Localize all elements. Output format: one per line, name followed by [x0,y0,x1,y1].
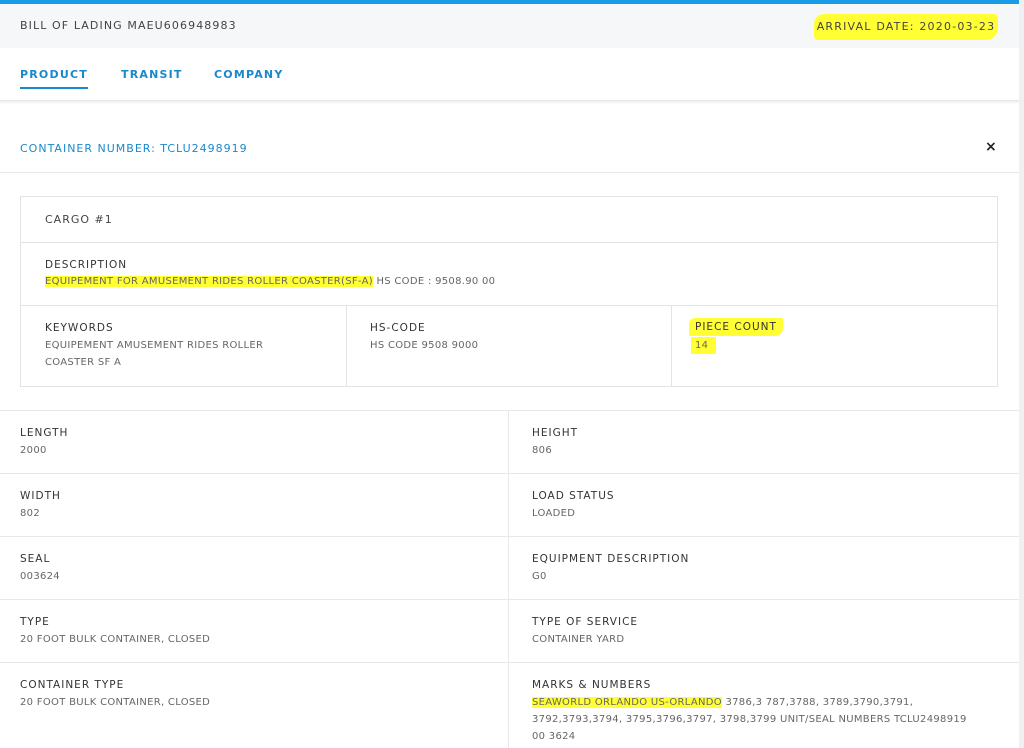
detail-width: WIDTH 802 [0,474,509,537]
detail-type: TYPE 20 FOOT BULK CONTAINER, CLOSED [0,600,509,663]
description-rest: HS CODE : 9508.90 00 [372,276,496,287]
tab-bar-shadow [0,100,1019,104]
equipment-value: G0 [532,571,547,582]
piece-count-label: PIECE COUNT [689,318,783,336]
container-details-grid: LENGTH 2000 HEIGHT 806 WIDTH 802 LOAD ST… [0,410,1019,748]
width-value: 802 [20,508,40,519]
tab-company[interactable]: COMPANY [214,68,284,87]
detail-type-of-service: TYPE OF SERVICE CONTAINER YARD [509,600,1019,663]
keywords-value: EQUIPEMENT AMUSEMENT RIDES ROLLER COASTE… [45,340,264,368]
cargo-title: CARGO #1 [45,213,113,226]
detail-container-type: CONTAINER TYPE 20 FOOT BULK CONTAINER, C… [0,663,509,748]
description-highlight: EQUIPEMENT FOR AMUSEMENT RIDES ROLLER CO… [45,276,373,287]
type-value: 20 FOOT BULK CONTAINER, CLOSED [20,634,211,645]
bol-header: BILL OF LADING MAEU606948983 ARRIVAL DAT… [0,4,1019,48]
detail-equipment-description: EQUIPMENT DESCRIPTION G0 [509,537,1019,600]
keywords-label: KEYWORDS [45,322,114,334]
cargo-card: CARGO #1 DESCRIPTION EQUIPEMENT FOR AMUS… [20,196,998,387]
length-value: 2000 [20,445,47,456]
scrollbar[interactable] [1019,0,1024,748]
marks-highlight: SEAWORLD ORLANDO US-ORLANDO [532,697,722,708]
divider [21,242,997,243]
equipment-label: EQUIPMENT DESCRIPTION [532,553,690,565]
container-header: CONTAINER NUMBER: TCLU2498919 × [0,122,1019,173]
type-label: TYPE [20,616,50,628]
tab-bar: PRODUCT TRANSIT COMPANY [0,48,1019,102]
load-status-label: LOAD STATUS [532,490,615,502]
description-value: EQUIPEMENT FOR AMUSEMENT RIDES ROLLER CO… [45,273,495,290]
hscode-label: HS-CODE [370,322,426,334]
width-label: WIDTH [20,490,61,502]
length-label: LENGTH [20,427,69,439]
container-number: CONTAINER NUMBER: TCLU2498919 [20,142,248,155]
close-icon[interactable]: × [985,139,997,155]
tab-product[interactable]: PRODUCT [20,68,88,89]
description-label: DESCRIPTION [45,259,128,271]
hscode-value: HS CODE 9508 9000 [370,340,479,351]
tab-transit[interactable]: TRANSIT [121,68,183,87]
arrival-date: ARRIVAL DATE: 2020-03-23 [814,14,998,40]
divider [671,305,672,386]
load-status-value: LOADED [532,508,576,519]
service-label: TYPE OF SERVICE [532,616,639,628]
marks-label: MARKS & NUMBERS [532,679,652,691]
service-value: CONTAINER YARD [532,634,625,645]
seal-value: 003624 [20,571,60,582]
detail-height: HEIGHT 806 [509,411,1019,474]
piece-count-value: 14 [691,337,717,354]
bol-title: BILL OF LADING MAEU606948983 [20,19,237,32]
height-label: HEIGHT [532,427,579,439]
bill-of-lading-panel: BILL OF LADING MAEU606948983 ARRIVAL DAT… [0,0,1019,748]
container-type-label: CONTAINER TYPE [20,679,125,691]
detail-marks-numbers: MARKS & NUMBERS SEAWORLD ORLANDO US-ORLA… [509,663,1019,748]
seal-label: SEAL [20,553,51,565]
divider [346,305,347,386]
detail-length: LENGTH 2000 [0,411,509,474]
marks-value: SEAWORLD ORLANDO US-ORLANDO 3786,3 787,3… [532,694,972,745]
container-type-value: 20 FOOT BULK CONTAINER, CLOSED [20,697,211,708]
divider [21,305,997,306]
detail-load-status: LOAD STATUS LOADED [509,474,1019,537]
detail-seal: SEAL 003624 [0,537,509,600]
height-value: 806 [532,445,552,456]
